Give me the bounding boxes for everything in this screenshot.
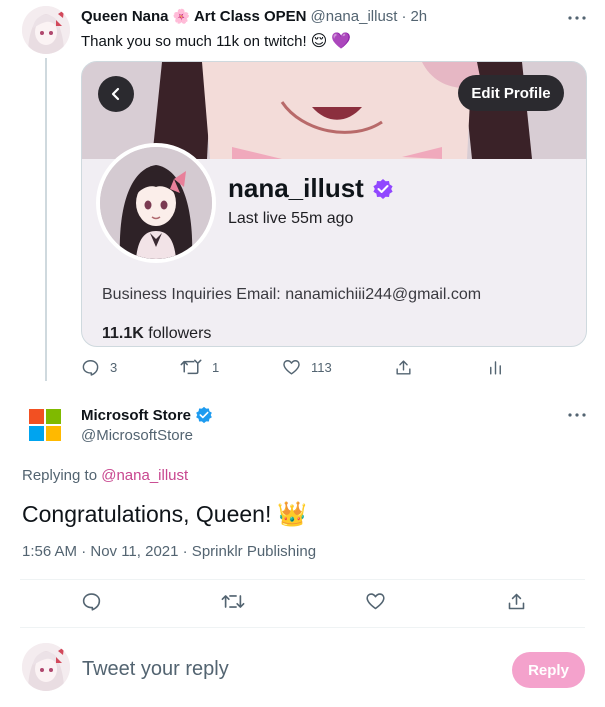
- logo-square-red: [29, 409, 44, 424]
- card-followers: 11.1K followers: [102, 325, 211, 343]
- replying-to-prefix: Replying to: [22, 467, 98, 484]
- parent-author-avatar[interactable]: [22, 6, 70, 54]
- parent-tweet-time[interactable]: 2h: [410, 8, 427, 25]
- divider: [20, 579, 585, 580]
- card-business-email: Business Inquiries Email: nanamichiii244…: [102, 286, 482, 303]
- replying-to-link[interactable]: @nana_illust: [101, 467, 188, 484]
- meta-separator: ·: [401, 8, 407, 25]
- edit-profile-button[interactable]: Edit Profile: [458, 75, 564, 111]
- card-username-row: nana_illust: [228, 173, 394, 204]
- reply-button[interactable]: Reply: [512, 652, 585, 688]
- retweet-icon: [221, 595, 245, 608]
- more-dots-icon: [568, 413, 586, 417]
- divider: [20, 627, 585, 628]
- current-user-avatar[interactable]: [22, 643, 70, 691]
- focal-share-action[interactable]: [506, 591, 527, 612]
- logo-square-green: [46, 409, 61, 424]
- focal-more-options-button[interactable]: [565, 403, 589, 427]
- analytics-bars-icon: [490, 361, 501, 375]
- retweet-icon: [180, 359, 202, 375]
- logo-square-blue: [29, 426, 44, 441]
- card-back-button[interactable]: [98, 76, 134, 112]
- card-last-live: Last live 55m ago: [228, 210, 354, 227]
- focal-retweet-action[interactable]: [221, 591, 245, 612]
- reply-input[interactable]: Tweet your reply: [82, 658, 229, 681]
- reply-action[interactable]: 3: [81, 358, 117, 377]
- focal-tweet-text: Congratulations, Queen! 👑: [22, 500, 307, 529]
- crown-emoji-icon: 👑: [277, 501, 308, 528]
- focal-like-action[interactable]: [365, 591, 386, 612]
- analytics-action[interactable]: [486, 358, 505, 377]
- logo-square-yellow: [46, 426, 61, 441]
- like-action[interactable]: 113: [282, 358, 332, 377]
- share-action[interactable]: [394, 358, 413, 377]
- card-profile-avatar: [96, 143, 216, 263]
- parent-tweet-body: Thank you so much 11k on twitch!: [81, 32, 307, 50]
- anime-avatar-image: [22, 643, 70, 691]
- relieved-face-emoji-icon: 😌: [310, 33, 328, 50]
- retweet-count: 1: [212, 360, 220, 375]
- purple-heart-emoji-icon: 💜: [331, 33, 352, 50]
- parent-tweet-text: Thank you so much 11k on twitch! 😌 💜: [81, 31, 351, 51]
- focal-author-name-row: Microsoft Store: [81, 406, 213, 424]
- twitch-verified-badge-icon: [373, 178, 393, 199]
- anime-avatar-image: [22, 6, 70, 54]
- verified-badge-icon: [196, 406, 212, 424]
- focal-tweet-timestamp[interactable]: 1:56 AM · Nov 11, 2021 · Sprinklr Publis…: [22, 543, 316, 560]
- share-upload-icon: [508, 593, 525, 610]
- focal-author-name[interactable]: Microsoft Store: [81, 407, 191, 424]
- thread-connector-line: [45, 58, 47, 381]
- replying-to-line: Replying to @nana_illust: [22, 467, 188, 484]
- share-upload-icon: [396, 360, 411, 375]
- parent-author-handle[interactable]: @nana_illust: [311, 8, 398, 25]
- focal-tweet-body: Congratulations, Queen!: [22, 501, 272, 527]
- chevron-left-icon: [111, 87, 120, 101]
- reply-bubble-icon: [82, 593, 101, 611]
- twitch-profile-card-image[interactable]: Edit Profile nana_illust Last live 55m a…: [81, 61, 587, 347]
- reply-bubble-icon: [82, 360, 99, 376]
- anime-girl-avatar-image: [100, 147, 212, 259]
- parent-more-options-button[interactable]: [565, 6, 589, 30]
- focal-reply-action[interactable]: [81, 591, 102, 612]
- heart-icon: [283, 360, 300, 375]
- card-followers-count: 11.1K: [102, 325, 144, 342]
- focal-author-handle[interactable]: @MicrosoftStore: [81, 427, 193, 444]
- parent-tweet-header: Queen Nana 🌸 Art Class OPEN @nana_illust…: [81, 8, 427, 25]
- reply-count: 3: [110, 360, 118, 375]
- parent-author-name-suffix[interactable]: Art Class OPEN: [194, 8, 307, 25]
- more-dots-icon: [568, 16, 586, 20]
- heart-icon: [366, 593, 385, 610]
- like-count: 113: [311, 360, 332, 375]
- cherry-blossom-icon: 🌸: [172, 8, 190, 24]
- retweet-action[interactable]: 1: [180, 358, 219, 377]
- card-username: nana_illust: [228, 173, 364, 203]
- microsoft-store-avatar[interactable]: [29, 409, 61, 441]
- parent-author-name[interactable]: Queen Nana: [81, 8, 169, 25]
- card-followers-label: followers: [148, 325, 212, 342]
